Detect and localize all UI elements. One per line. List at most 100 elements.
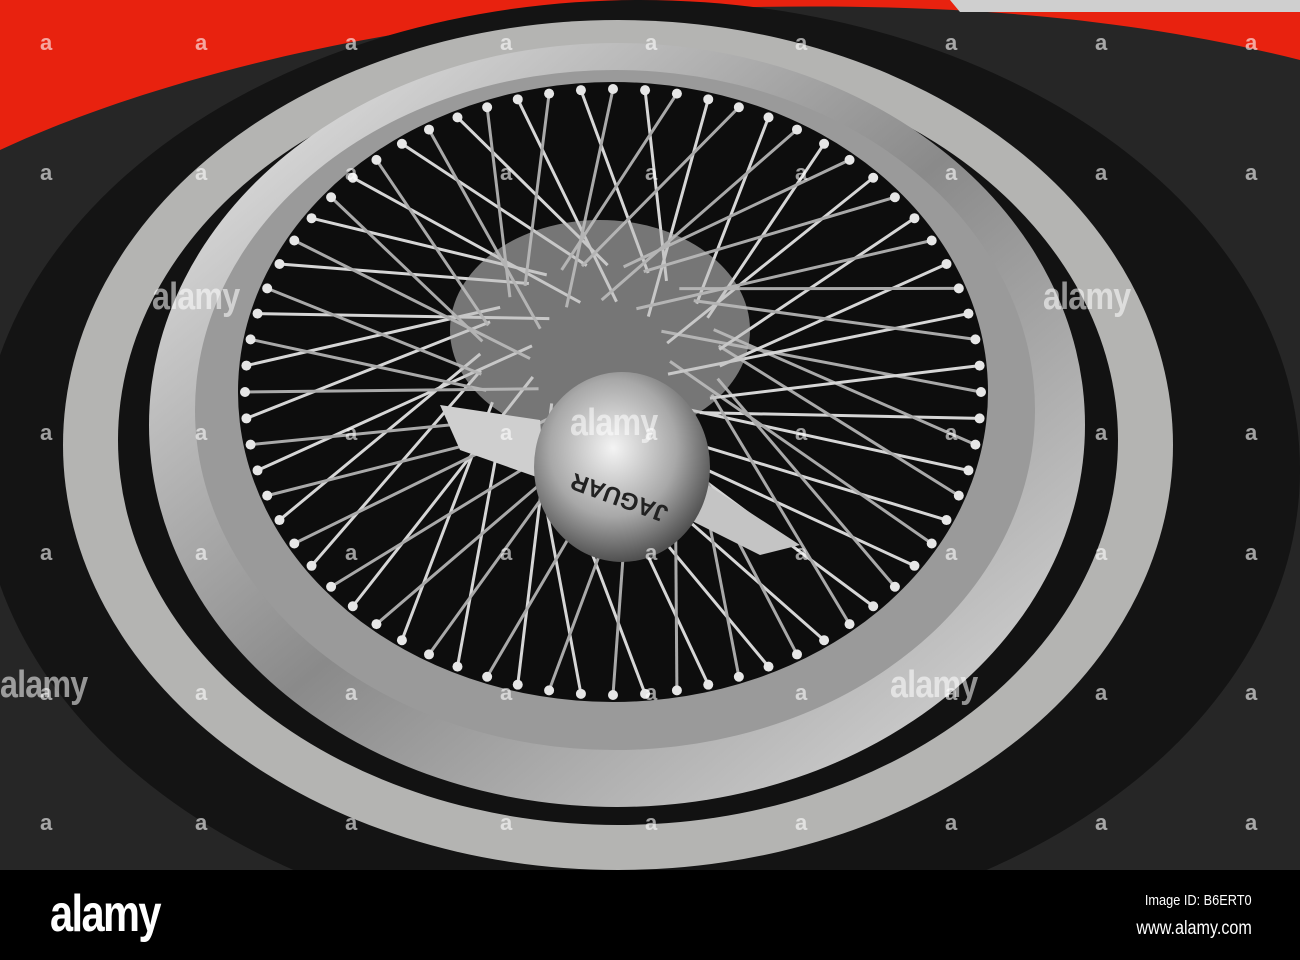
spoke-nipple bbox=[953, 283, 964, 294]
spoke-nipple bbox=[245, 439, 256, 450]
spoke-nipple bbox=[792, 649, 802, 660]
spoke-nipple bbox=[608, 84, 618, 94]
spoke-nipple bbox=[792, 124, 802, 135]
spoke-nipple bbox=[703, 94, 714, 105]
spoke-nipple bbox=[733, 671, 744, 682]
watermark-dot: a bbox=[40, 30, 53, 55]
watermark-dot: a bbox=[645, 160, 658, 185]
spoke-nipple bbox=[976, 387, 986, 397]
watermark-dot: a bbox=[40, 420, 53, 445]
watermark-dot: a bbox=[40, 680, 53, 705]
spoke-nipple bbox=[926, 538, 937, 549]
spoke-nipple bbox=[512, 679, 523, 690]
watermark-dot: a bbox=[345, 810, 358, 835]
spoke-nipple bbox=[262, 283, 273, 294]
spoke-nipple bbox=[396, 635, 407, 646]
watermark-dot: a bbox=[345, 540, 358, 565]
watermark: alamy bbox=[890, 664, 978, 706]
spoke-nipple bbox=[640, 85, 651, 96]
watermark-dot: a bbox=[195, 420, 208, 445]
spoke-nipple bbox=[963, 308, 974, 319]
watermark-dot: a bbox=[945, 680, 958, 705]
watermark-dot: a bbox=[195, 680, 208, 705]
watermark-dot: a bbox=[1245, 160, 1258, 185]
spoke-nipple bbox=[868, 172, 879, 183]
spoke-nipple bbox=[241, 360, 252, 371]
spoke-nipple bbox=[482, 671, 493, 682]
spoke-nipple bbox=[326, 192, 337, 203]
spoke-nipple bbox=[262, 490, 273, 501]
spoke-nipple bbox=[289, 538, 300, 549]
spoke-nipple bbox=[424, 124, 434, 135]
spoke-nipple bbox=[941, 515, 952, 526]
spoke-nipple bbox=[575, 688, 586, 699]
watermark-dot: a bbox=[1245, 420, 1258, 445]
chrome-trim bbox=[950, 0, 1300, 12]
watermark-dot: a bbox=[795, 30, 808, 55]
spoke-nipple bbox=[926, 235, 937, 246]
spoke-nipple bbox=[941, 258, 952, 269]
watermark-dot: a bbox=[645, 810, 658, 835]
spoke-nipple bbox=[371, 619, 382, 630]
watermark-dot: a bbox=[945, 160, 958, 185]
spoke-nipple bbox=[544, 88, 555, 99]
spoke-nipple bbox=[274, 258, 285, 269]
spoke-nipple bbox=[703, 679, 714, 690]
spoke-nipple bbox=[909, 213, 920, 224]
spoke-nipple bbox=[252, 308, 263, 319]
spoke-nipple bbox=[970, 334, 981, 345]
spoke-nipple bbox=[252, 465, 263, 476]
stock-photo: JAGUAR alamy alamy alamy alamy alamy aaa… bbox=[0, 0, 1300, 960]
watermark: alamy bbox=[152, 276, 240, 318]
spoke-nipple bbox=[671, 88, 682, 99]
spoke-nipple bbox=[424, 649, 434, 660]
spoke-nipple bbox=[819, 138, 830, 149]
spoke-nipple bbox=[970, 439, 981, 450]
watermark-dot: a bbox=[945, 420, 958, 445]
spoke-nipple bbox=[763, 661, 774, 672]
watermark-dot: a bbox=[195, 810, 208, 835]
spoke-nipple bbox=[452, 661, 463, 672]
spoke-nipple bbox=[240, 387, 250, 397]
spoke-nipple bbox=[974, 360, 985, 371]
spoke-nipple bbox=[974, 413, 985, 424]
spoke-nipple bbox=[241, 413, 252, 424]
spoke-nipple bbox=[608, 690, 618, 700]
spoke-nipple bbox=[347, 601, 358, 612]
watermark-dot: a bbox=[500, 680, 513, 705]
watermark-dot: a bbox=[40, 160, 53, 185]
watermark-dot: a bbox=[195, 160, 208, 185]
watermark-dot: a bbox=[500, 30, 513, 55]
watermark-dot: a bbox=[1245, 540, 1258, 565]
image-id: Image ID: B6ERT0 bbox=[1145, 892, 1252, 909]
spoke-nipple bbox=[889, 192, 900, 203]
spoke-nipple bbox=[963, 465, 974, 476]
spoke-nipple bbox=[733, 102, 744, 113]
watermark-dot: a bbox=[1095, 420, 1108, 445]
spoke-nipple bbox=[844, 619, 855, 630]
site-url: www.alamy.com bbox=[1136, 918, 1252, 939]
spoke-nipple bbox=[909, 560, 920, 571]
watermark-dot: a bbox=[945, 30, 958, 55]
watermark-dot: a bbox=[1095, 30, 1108, 55]
spoke-nipple bbox=[245, 334, 256, 345]
watermark-dot: a bbox=[945, 540, 958, 565]
spoke-nipple bbox=[371, 154, 382, 165]
watermark-dot: a bbox=[945, 810, 958, 835]
spoke-nipple bbox=[326, 581, 337, 592]
watermark-dot: a bbox=[645, 540, 658, 565]
watermark-dot: a bbox=[500, 420, 513, 445]
spoke-nipple bbox=[953, 490, 964, 501]
watermark-dot: a bbox=[500, 160, 513, 185]
watermark-dot: a bbox=[1095, 810, 1108, 835]
watermark-dot: a bbox=[345, 420, 358, 445]
spoke-nipple bbox=[306, 560, 317, 571]
spoke-nipple bbox=[889, 581, 900, 592]
watermark-dot: a bbox=[645, 30, 658, 55]
spoke-nipple bbox=[306, 213, 317, 224]
spoke-nipple bbox=[544, 685, 555, 696]
watermark-dot: a bbox=[345, 160, 358, 185]
watermark-dot: a bbox=[195, 540, 208, 565]
spoke-nipple bbox=[396, 138, 407, 149]
spoke-nipple bbox=[575, 85, 586, 96]
